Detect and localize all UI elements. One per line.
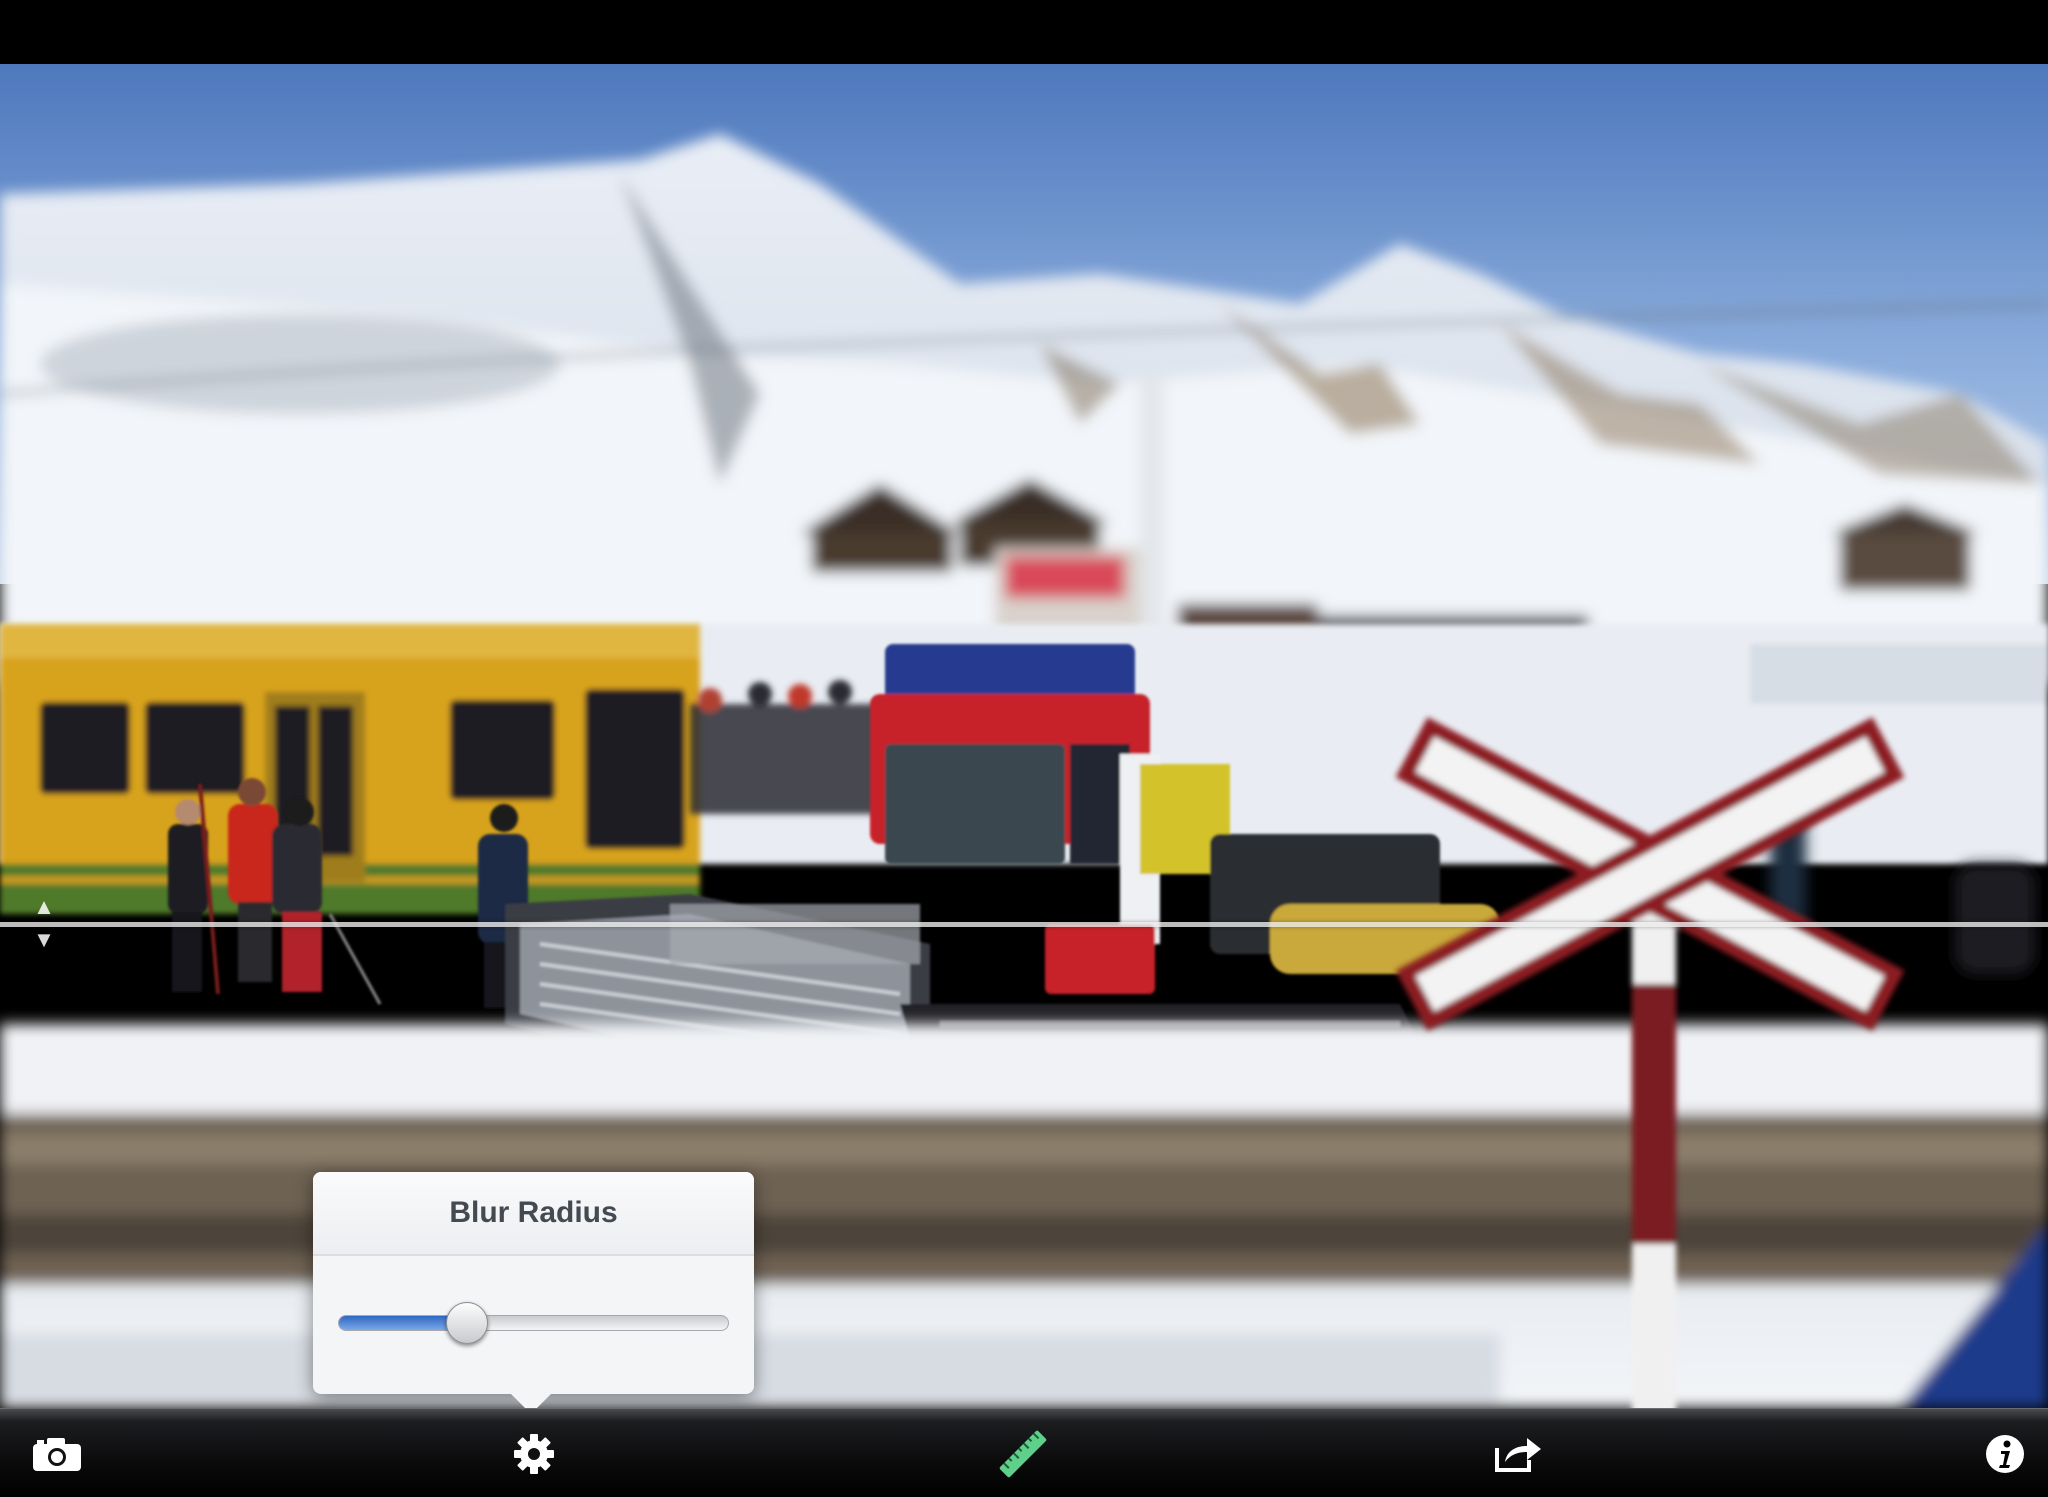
camera-button[interactable] [30,1431,84,1477]
blur-radius-popover: Blur Radius [313,1172,754,1394]
ruler-icon [999,1430,1047,1478]
info-button[interactable] [1978,1431,2032,1477]
tilt-shift-photo [0,64,2048,1408]
settings-button[interactable] [507,1431,561,1477]
share-icon [1495,1438,1541,1472]
bottom-toolbar [0,1408,2048,1497]
camera-icon [33,1438,81,1471]
focus-line[interactable] [0,922,2048,927]
arrow-up-icon[interactable]: ▲ [28,896,60,918]
popover-header: Blur Radius [313,1172,754,1256]
share-button[interactable] [1491,1431,1545,1477]
info-icon [1986,1435,2024,1473]
gear-icon [514,1434,554,1474]
photo-canvas[interactable] [0,64,2048,1408]
ruler-button[interactable] [996,1430,1050,1478]
blur-radius-slider[interactable] [338,1302,729,1344]
status-bar [0,0,2048,64]
arrow-down-icon[interactable]: ▼ [28,929,60,951]
popover-title: Blur Radius [449,1196,618,1229]
